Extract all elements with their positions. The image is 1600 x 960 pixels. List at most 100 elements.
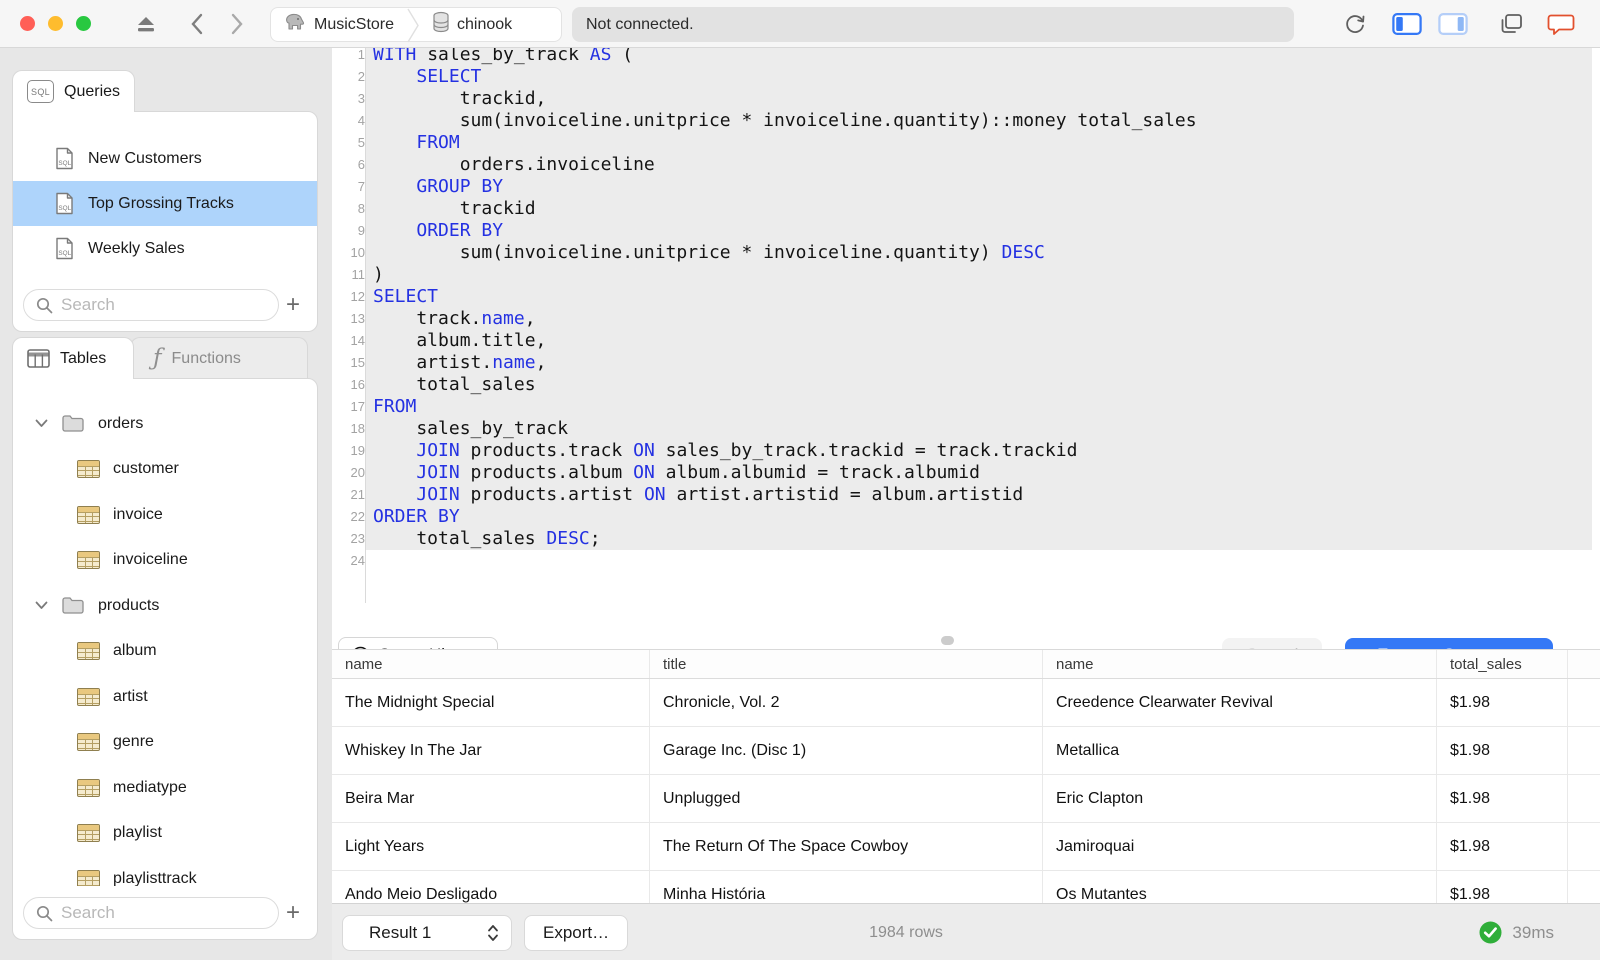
table-cell[interactable]: The Return Of The Space Cowboy	[650, 823, 1043, 870]
table-row[interactable]: Beira Mar Unplugged Eric Clapton $1.98	[332, 775, 1600, 823]
search-icon	[36, 905, 53, 921]
table-cell[interactable]: Jamiroquai	[1043, 823, 1437, 870]
table-cell[interactable]: The Midnight Special	[332, 679, 650, 726]
table-cell[interactable]: $1.98	[1437, 727, 1568, 774]
line-number: 24	[350, 553, 365, 568]
table-cell[interactable]: Creedence Clearwater Revival	[1043, 679, 1437, 726]
table-cell[interactable]	[1568, 871, 1600, 903]
results-column-header[interactable]	[1568, 650, 1600, 678]
results-column-header[interactable]: title	[650, 650, 1043, 678]
tree-table-row[interactable]: genre	[13, 720, 317, 766]
queries-search-placeholder: Search	[61, 295, 115, 314]
tables-search-input[interactable]: Search	[23, 897, 279, 929]
table-cell[interactable]: Light Years	[332, 823, 650, 870]
svg-text:SQL: SQL	[58, 160, 71, 167]
table-cell[interactable]: Unplugged	[650, 775, 1043, 822]
table-cell[interactable]: Os Mutantes	[1043, 871, 1437, 903]
tree-table-row[interactable]: invoice	[13, 492, 317, 538]
tree-table-row[interactable]: customer	[13, 447, 317, 493]
query-list-item[interactable]: SQL Top Grossing Tracks	[13, 181, 317, 226]
table-cell[interactable]: Chronicle, Vol. 2	[650, 679, 1043, 726]
results-column-header[interactable]: total_sales	[1437, 650, 1568, 678]
database-icon	[432, 11, 450, 38]
table-cell[interactable]: Whiskey In The Jar	[332, 727, 650, 774]
line-number: 12	[350, 289, 365, 304]
folder-label: orders	[98, 414, 144, 432]
table-row[interactable]: The Midnight Special Chronicle, Vol. 2 Cre…	[332, 679, 1600, 727]
tree-table-row[interactable]: invoiceline	[13, 538, 317, 584]
table-cell[interactable]: Garage Inc. (Disc 1)	[650, 727, 1043, 774]
code-line: FROM	[416, 132, 460, 153]
breadcrumb-server[interactable]: MusicStore	[271, 8, 406, 41]
table-cell[interactable]: Beira Mar	[332, 775, 650, 822]
table-row[interactable]: Light Years The Return Of The Space Cowbo…	[332, 823, 1600, 871]
refresh-button[interactable]	[1340, 10, 1370, 38]
back-button[interactable]	[182, 10, 212, 38]
table-cell[interactable]	[1568, 727, 1600, 774]
breadcrumb-database-label: chinook	[457, 15, 513, 33]
success-check-icon	[1479, 921, 1502, 944]
tab-functions[interactable]: ƒ Functions	[130, 337, 308, 379]
tree-table-row[interactable]: mediatype	[13, 765, 317, 811]
breadcrumb-database[interactable]: chinook	[420, 8, 524, 41]
table-cell[interactable]	[1568, 679, 1600, 726]
code-line: total_sales DESC;	[373, 528, 601, 549]
table-icon	[77, 778, 100, 797]
tables-search-placeholder: Search	[61, 903, 115, 922]
forward-button[interactable]	[222, 10, 252, 38]
breadcrumb: MusicStore chinook	[270, 7, 562, 43]
line-number: 23	[350, 531, 365, 546]
line-number: 11	[351, 267, 366, 282]
tree-table-row[interactable]: album	[13, 629, 317, 675]
queries-search-input[interactable]: Search	[23, 289, 279, 321]
results-column-header[interactable]: name	[332, 650, 650, 678]
tree-folder-row[interactable]: products	[13, 583, 317, 629]
table-cell[interactable]: $1.98	[1437, 679, 1568, 726]
code-line: sales_by_track	[373, 418, 569, 439]
tree-table-row[interactable]: artist	[13, 674, 317, 720]
splitter-grabber[interactable]	[941, 636, 954, 645]
tree-folder-row[interactable]: orders	[13, 401, 317, 447]
table-row[interactable]: Ando Meio Desligado Minha História Os Muta…	[332, 871, 1600, 903]
code-line: WITH sales_by_track AS (	[373, 48, 634, 65]
eject-icon[interactable]	[131, 10, 161, 38]
code-line: SELECT	[373, 286, 439, 307]
table-label: genre	[113, 733, 154, 751]
add-table-button[interactable]: +	[279, 899, 307, 927]
results-column-header[interactable]: name	[1043, 650, 1437, 678]
chevron-down-icon	[35, 601, 48, 610]
minimize-window-button[interactable]	[48, 16, 63, 31]
close-window-button[interactable]	[20, 16, 35, 31]
table-cell[interactable]: $1.98	[1437, 823, 1568, 870]
table-cell[interactable]: Metallica	[1043, 727, 1437, 774]
table-cell[interactable]	[1568, 823, 1600, 870]
table-row[interactable]: Whiskey In The Jar Garage Inc. (Disc 1) Me…	[332, 727, 1600, 775]
add-query-button[interactable]: +	[279, 291, 307, 319]
code-line: ORDER BY	[416, 220, 504, 241]
query-item-label: New Customers	[88, 149, 202, 167]
table-cell[interactable]: $1.98	[1437, 775, 1568, 822]
table-cell[interactable]: Minha História	[650, 871, 1043, 903]
schema-tree: orders customer invoice invoiceline product…	[13, 401, 317, 902]
query-list-item[interactable]: SQL Weekly Sales	[13, 226, 317, 271]
table-cell[interactable]: Ando Meio Desligado	[332, 871, 650, 903]
code-line: sum(invoiceline.unitprice * invoiceline.…	[373, 242, 1045, 263]
feedback-chat-icon[interactable]	[1546, 10, 1576, 38]
table-label: customer	[113, 460, 179, 478]
table-label: album	[113, 642, 157, 660]
tree-table-row[interactable]: playlist	[13, 811, 317, 857]
table-cell[interactable]	[1568, 775, 1600, 822]
table-cell[interactable]: Eric Clapton	[1043, 775, 1437, 822]
query-list-item[interactable]: SQL New Customers	[13, 136, 317, 181]
toggle-left-sidebar-button[interactable]	[1392, 10, 1422, 38]
zoom-window-button[interactable]	[76, 16, 91, 31]
toggle-right-sidebar-button[interactable]	[1438, 10, 1468, 38]
tab-queries[interactable]: SQL Queries	[12, 70, 136, 112]
tab-tables[interactable]: Tables	[12, 337, 134, 379]
code-line: GROUP BY	[416, 176, 504, 197]
window-tabs-icon[interactable]	[1496, 10, 1526, 38]
line-number: 7	[357, 179, 365, 194]
table-cell[interactable]: $1.98	[1437, 871, 1568, 903]
sql-editor[interactable]: WITH sales_by_track AS ( SELECT trackid,…	[332, 48, 1600, 603]
